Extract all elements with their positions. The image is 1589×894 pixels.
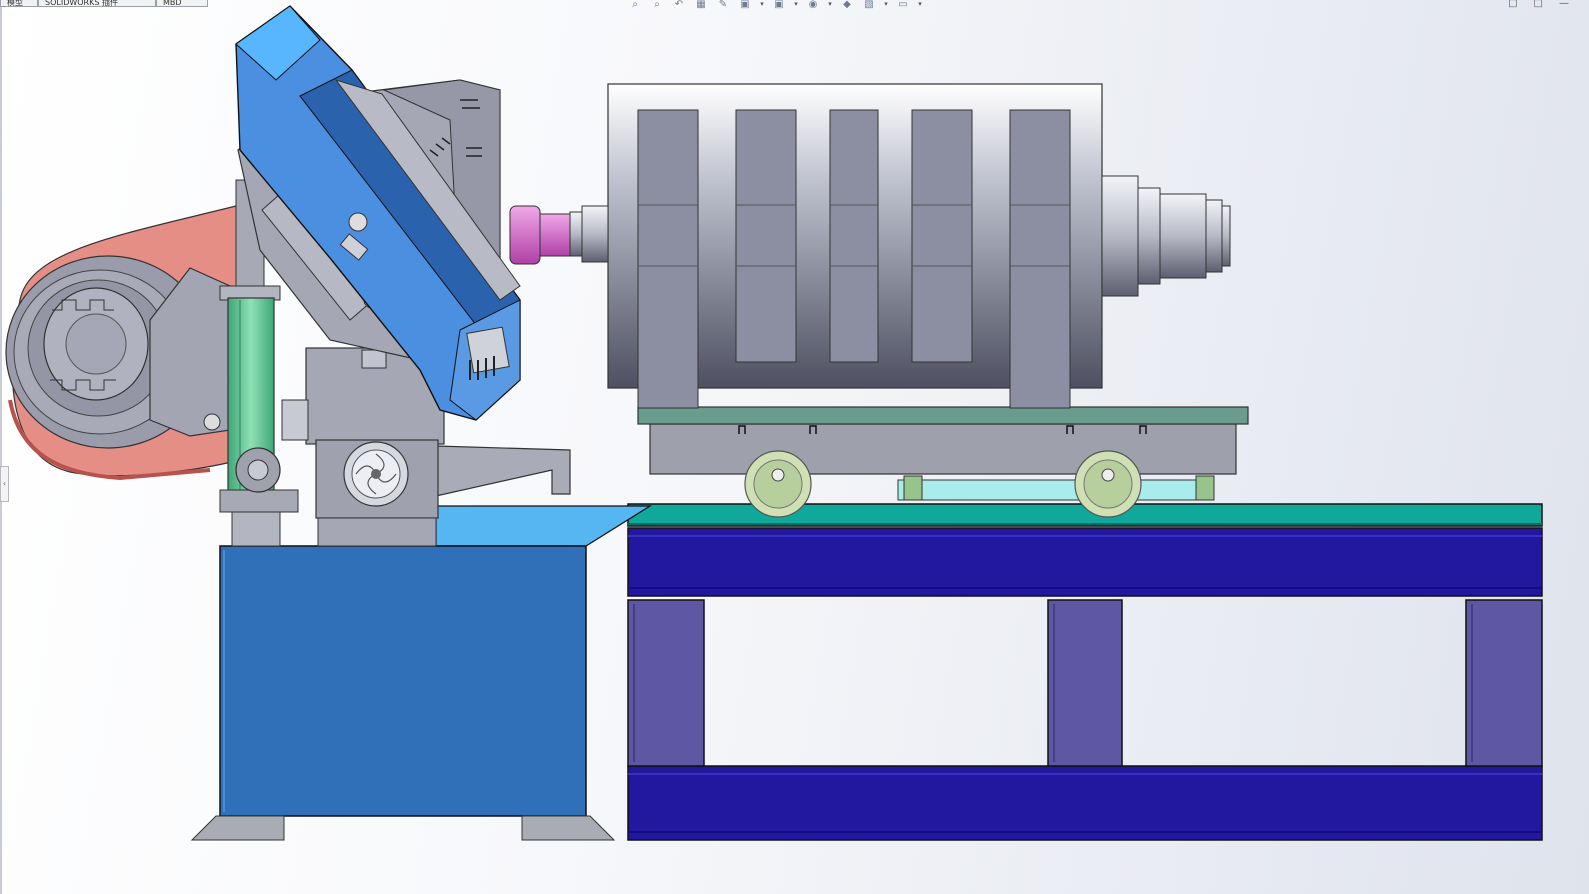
saw-cabinet: [190, 505, 653, 841]
support-frame: [627, 503, 1543, 841]
motor-rear-cap: [1101, 175, 1139, 297]
cabinet-foot-right: [521, 815, 616, 841]
graphics-area[interactable]: [0, 0, 1589, 894]
motor-fin: [735, 109, 797, 363]
motor-fin: [1009, 109, 1071, 409]
frame-top-beam: [627, 527, 1543, 597]
cabinet-top-tray: [435, 505, 653, 547]
motor-fin: [637, 109, 699, 409]
motor-fin: [911, 109, 973, 363]
motor-cart: [637, 406, 1249, 518]
frame-post-left: [627, 599, 705, 767]
motor-rear-shaft: [1159, 193, 1207, 279]
cabinet-foot-left: [190, 815, 285, 841]
drive-motor: [569, 83, 1231, 409]
belt-guard: [5, 204, 241, 481]
cart-wheel-left: [744, 450, 812, 518]
rail-rod: [897, 479, 1215, 501]
shaft-coupling: [509, 205, 571, 265]
motor-front-flange: [581, 205, 609, 263]
frame-post-middle: [1047, 599, 1123, 767]
frame-post-right: [1465, 599, 1543, 767]
cart-wheel-right: [1074, 450, 1142, 518]
frame-bottom-beam: [627, 765, 1543, 841]
cabinet-body: [219, 545, 587, 817]
motor-fin: [829, 109, 879, 363]
cart-top-plate: [637, 406, 1249, 425]
motor-front-shaft: [569, 211, 583, 257]
cart-body: [649, 423, 1237, 475]
motor-rear-boss: [1137, 187, 1161, 285]
